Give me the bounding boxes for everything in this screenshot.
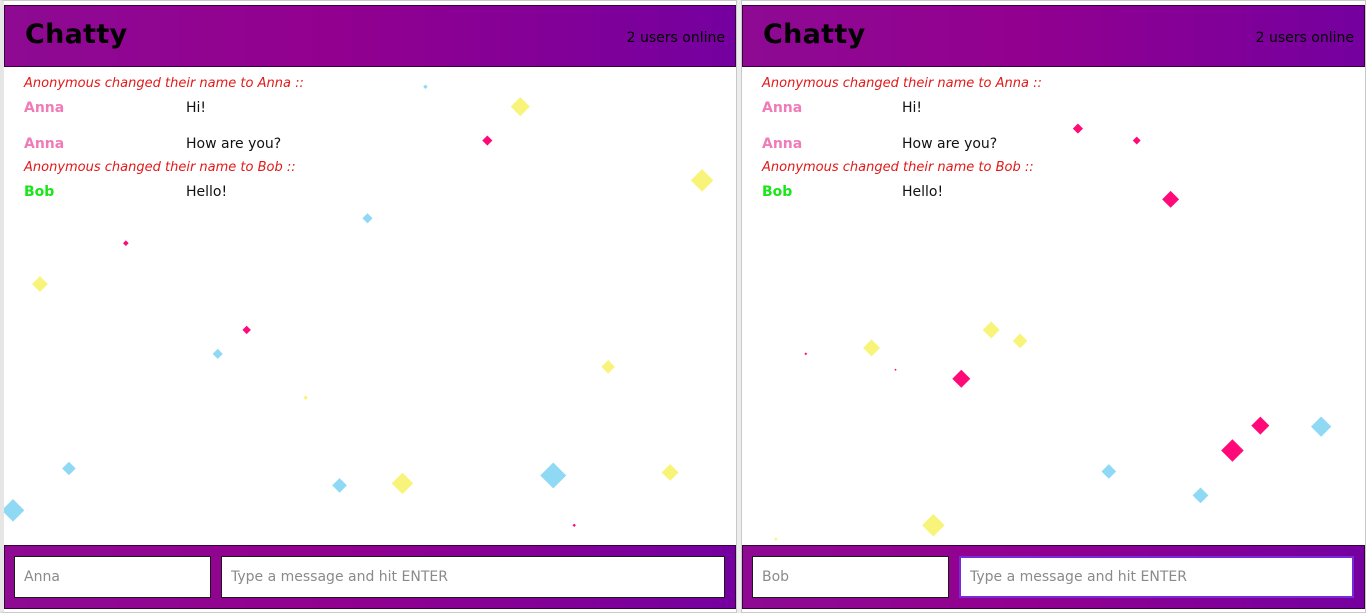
message-row: Anna How are you? [762, 131, 1355, 157]
confetti-diamond [4, 499, 25, 522]
message-content: Hello! [186, 184, 228, 200]
confetti-diamond [952, 369, 971, 388]
confetti-diamond [391, 472, 414, 495]
confetti-diamond [362, 213, 373, 224]
message-username: Bob [762, 184, 793, 200]
message-content: Hello! [902, 184, 944, 200]
chat-window-right: Chatty 2 users online Anonymous changed … [741, 0, 1366, 613]
system-notification: Anonymous changed their name to Bob :: [24, 160, 296, 175]
confetti-diamond [1251, 416, 1270, 435]
message-content: Hi! [186, 100, 207, 116]
message-row: Bob Hello! [24, 179, 726, 205]
navbar: Chatty 2 users online [4, 5, 736, 67]
message-content: How are you? [186, 136, 282, 152]
message-row: Anna Hi! [24, 95, 726, 121]
username-input[interactable] [752, 556, 949, 598]
confetti-diamond [1310, 416, 1332, 437]
message-content: How are you? [902, 136, 998, 152]
confetti-diamond [62, 461, 76, 476]
confetti-diamond [540, 462, 567, 489]
message-list: Anonymous changed their name to Anna :: … [24, 73, 726, 205]
confetti-diamond [774, 537, 778, 541]
confetti-diamond [1221, 439, 1244, 462]
confetti-diamond [804, 352, 808, 356]
confetti-diamond [1101, 464, 1117, 479]
confetti-diamond [661, 463, 679, 481]
confetti-diamond [303, 395, 308, 400]
message-username: Anna [24, 136, 65, 152]
confetti-diamond [123, 240, 129, 247]
message-input[interactable] [959, 556, 1354, 598]
navbar: Chatty 2 users online [742, 5, 1365, 67]
confetti-diamond [212, 348, 223, 359]
chat-footer [742, 545, 1365, 609]
confetti-diamond [32, 276, 48, 292]
message-list: Anonymous changed their name to Anna :: … [762, 73, 1355, 205]
message-username: Anna [24, 100, 65, 116]
chat-window-left: Chatty 2 users online Anonymous changed … [0, 0, 737, 613]
confetti-diamond [982, 321, 1000, 339]
confetti-diamond [922, 514, 945, 537]
message-row: Bob Hello! [762, 179, 1355, 205]
message-row: Anna How are you? [24, 131, 726, 157]
users-online-count: 2 users online [626, 30, 725, 46]
confetti-diamond [332, 478, 347, 493]
message-content: Hi! [902, 100, 923, 116]
confetti-diamond [1012, 333, 1028, 349]
system-notification: Anonymous changed their name to Anna :: [762, 76, 1042, 91]
message-username: Anna [762, 136, 803, 152]
users-online-count: 2 users online [1255, 30, 1354, 46]
confetti-diamond [601, 360, 615, 374]
brand-title: Chatty [763, 19, 866, 50]
confetti-diamond [1192, 487, 1209, 504]
message-username: Bob [24, 184, 55, 200]
brand-title: Chatty [25, 19, 128, 50]
system-notification: Anonymous changed their name to Anna :: [24, 76, 304, 91]
username-input[interactable] [14, 556, 211, 598]
system-notification: Anonymous changed their name to Bob :: [762, 160, 1034, 175]
confetti-diamond [242, 325, 251, 335]
message-row: Anna Hi! [762, 95, 1355, 121]
chat-footer [4, 545, 736, 609]
message-username: Anna [762, 100, 803, 116]
confetti-diamond [863, 339, 881, 357]
confetti-diamond [572, 523, 576, 527]
message-input[interactable] [221, 556, 725, 598]
confetti-diamond [894, 368, 897, 371]
